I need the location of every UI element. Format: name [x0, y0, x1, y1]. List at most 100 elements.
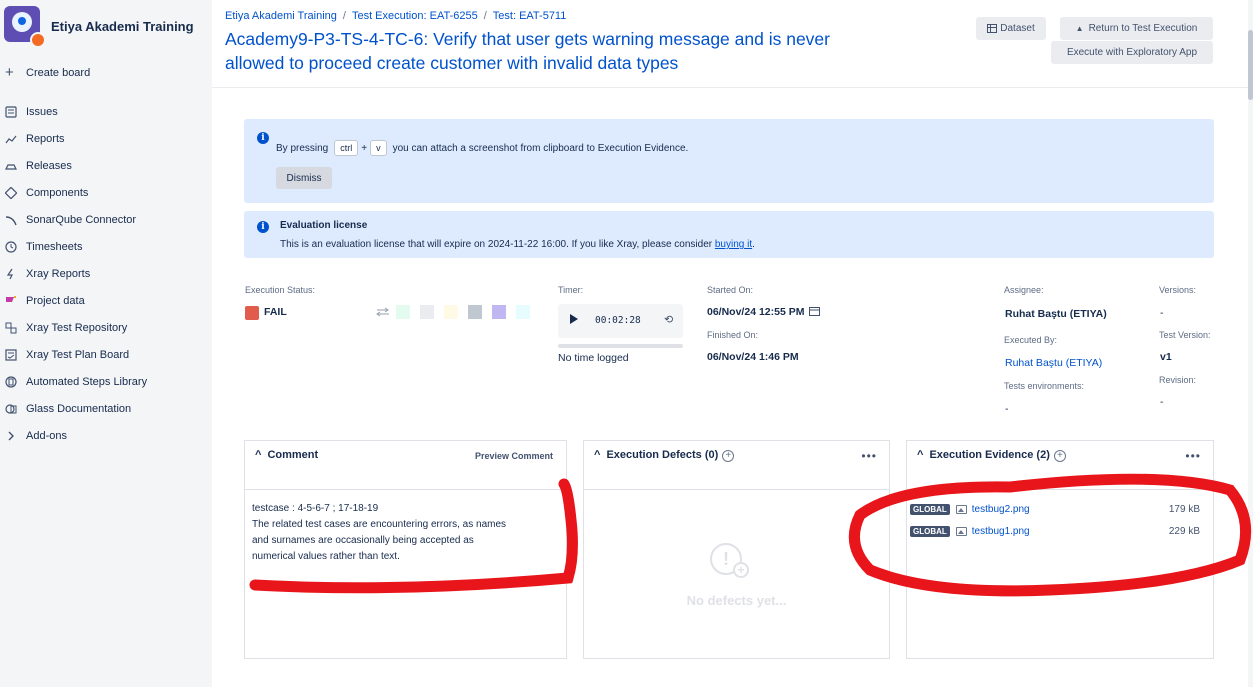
sidebar-item-xray-test-repository[interactable]: Xray Test Repository: [4, 314, 147, 341]
status-swatch-blocked[interactable]: [492, 305, 506, 319]
status-swatch-executing[interactable]: [444, 305, 458, 319]
evidence-toggle[interactable]: ^ Execution Evidence (2) +: [917, 449, 1066, 462]
evidence-row: GLOBAL testbug2.png 179 kB: [910, 500, 1210, 518]
assignee-value[interactable]: Ruhat Baştu (ETIYA): [1005, 308, 1107, 320]
executed-by-value[interactable]: Ruhat Baştu (ETIYA): [1005, 357, 1102, 369]
timer-value: 00:02:28: [595, 315, 641, 326]
versions-label: Versions:: [1159, 285, 1197, 295]
sidebar-item-glass-documentation[interactable]: Glass Documentation: [4, 395, 147, 422]
no-defects-icon: ! +: [710, 543, 749, 578]
defects-title: Execution Defects (0): [606, 449, 719, 461]
finished-on-label: Finished On:: [707, 330, 759, 340]
status-swatch-passed[interactable]: [396, 305, 410, 319]
page-scrollbar[interactable]: [1248, 0, 1253, 687]
image-file-icon: [955, 526, 967, 536]
assignee-label: Assignee:: [1004, 285, 1044, 295]
test-version-label: Test Version:: [1159, 330, 1211, 340]
sidebar-item-issues[interactable]: Issues: [4, 98, 147, 125]
scrollbar-thumb[interactable]: [1248, 30, 1253, 100]
evidence-row: GLOBAL testbug1.png 229 kB: [910, 522, 1210, 540]
dismiss-button[interactable]: Dismiss: [276, 167, 332, 189]
sidebar-item-label: Timesheets: [26, 240, 83, 253]
swap-icon[interactable]: [376, 307, 390, 317]
started-on-label: Started On:: [707, 285, 754, 295]
sidebar-item-xray-reports[interactable]: Xray Reports: [4, 260, 147, 287]
status-swatch-todo[interactable]: [420, 305, 434, 319]
fail-status-swatch: [245, 306, 259, 320]
comment-line: and surnames are occasionally being acce…: [252, 535, 474, 546]
tests-environments-label: Tests environments:: [1004, 381, 1085, 391]
status-swatch-other[interactable]: [516, 305, 530, 319]
buying-it-link[interactable]: buying it: [715, 239, 752, 250]
ctrl-key: ctrl: [334, 140, 359, 156]
repository-icon: [4, 321, 18, 335]
comment-text[interactable]: testcase : 4-5-6-7 ; 17-18-19 The relate…: [252, 501, 542, 565]
sidebar-item-project-data[interactable]: Project data: [4, 287, 147, 314]
global-badge: GLOBAL: [910, 525, 950, 537]
evidence-file-size: 179 kB: [1168, 503, 1200, 515]
sidebar-item-components[interactable]: Components: [4, 179, 147, 206]
preview-comment-button[interactable]: Preview Comment: [475, 451, 553, 461]
sidebar-item-label: Releases: [26, 159, 72, 172]
project-badge-icon: [30, 32, 46, 48]
evidence-panel-header: ^ Execution Evidence (2) + •••: [907, 441, 1213, 490]
test-version-value: v1: [1160, 351, 1172, 363]
execution-status-label: Execution Status:: [245, 285, 316, 295]
create-board-button[interactable]: + Create board: [5, 65, 90, 80]
calendar-icon[interactable]: [809, 306, 821, 316]
chevron-up-icon: ^: [255, 449, 262, 461]
clipboard-suffix: you can attach a screenshot from clipboa…: [392, 142, 689, 154]
evidence-file-link[interactable]: testbug2.png: [972, 504, 1030, 515]
sidebar-item-sonarqube[interactable]: SonarQube Connector: [4, 206, 147, 233]
return-label: Return to Test Execution: [1088, 23, 1198, 34]
sidebar-item-label: Glass Documentation: [26, 402, 132, 415]
license-end: .: [752, 239, 755, 250]
defects-toggle[interactable]: ^ Execution Defects (0) +: [594, 449, 735, 462]
sidebar-item-releases[interactable]: Releases: [4, 152, 147, 179]
comment-toggle[interactable]: ^ Comment: [255, 449, 318, 461]
tests-environments-value[interactable]: -: [1005, 403, 1009, 415]
plan-board-icon: [4, 348, 18, 362]
project-header[interactable]: Etiya Akademi Training: [4, 6, 194, 48]
sidebar-item-reports[interactable]: Reports: [4, 125, 147, 152]
sidebar-item-automated-steps-library[interactable]: Automated Steps Library: [4, 368, 147, 395]
execution-status-value[interactable]: FAIL: [264, 306, 287, 318]
status-swatch-aborted[interactable]: [468, 305, 482, 319]
arrow-up-icon: ▲: [1075, 24, 1084, 33]
sidebar-item-label: Xray Test Repository: [26, 321, 128, 334]
evidence-file-link[interactable]: testbug1.png: [972, 526, 1030, 537]
more-options-icon[interactable]: •••: [861, 449, 877, 463]
project-avatar: [4, 6, 46, 48]
execute-exploratory-button[interactable]: Execute with Exploratory App: [1051, 41, 1213, 64]
clock-icon: [4, 240, 18, 254]
sonarqube-icon: [4, 213, 18, 227]
reset-icon[interactable]: ⟲: [664, 313, 673, 326]
clipboard-info-banner: i By pressing ctrl + v you can attach a …: [244, 119, 1214, 203]
issues-icon: [4, 105, 18, 119]
add-defect-icon[interactable]: +: [722, 450, 735, 462]
dataset-button[interactable]: Dataset: [976, 17, 1046, 40]
v-key: v: [370, 140, 387, 156]
breadcrumb-test[interactable]: Test: EAT-5711: [493, 10, 567, 22]
breadcrumb-project[interactable]: Etiya Akademi Training: [225, 10, 337, 22]
sidebar-item-add-ons[interactable]: Add-ons: [4, 422, 147, 449]
license-message: This is an evaluation license that will …: [280, 239, 715, 250]
more-options-icon[interactable]: •••: [1185, 449, 1201, 463]
breadcrumb-test-execution[interactable]: Test Execution: EAT-6255: [352, 10, 478, 22]
return-to-test-execution-button[interactable]: ▲ Return to Test Execution: [1060, 17, 1213, 40]
started-on-value: 06/Nov/24 12:55 PM: [707, 306, 821, 318]
timer-progress-bar: [558, 344, 683, 348]
project-name[interactable]: Etiya Akademi Training: [51, 19, 194, 34]
sidebar-item-xray-test-plan-board[interactable]: Xray Test Plan Board: [4, 341, 147, 368]
sidebar-item-timesheets[interactable]: Timesheets: [4, 233, 147, 260]
time-logged: No time logged: [558, 352, 629, 364]
xray-icon: [4, 267, 18, 281]
add-evidence-icon[interactable]: +: [1053, 450, 1066, 462]
chevron-up-icon: ^: [594, 449, 601, 461]
finished-on-value: 06/Nov/24 1:46 PM: [707, 351, 799, 363]
sidebar-item-label: Xray Test Plan Board: [26, 348, 130, 361]
sidebar-item-label: Automated Steps Library: [26, 375, 148, 388]
play-icon[interactable]: [570, 314, 578, 324]
plus-text: +: [361, 142, 368, 154]
reports-icon: [4, 132, 18, 146]
